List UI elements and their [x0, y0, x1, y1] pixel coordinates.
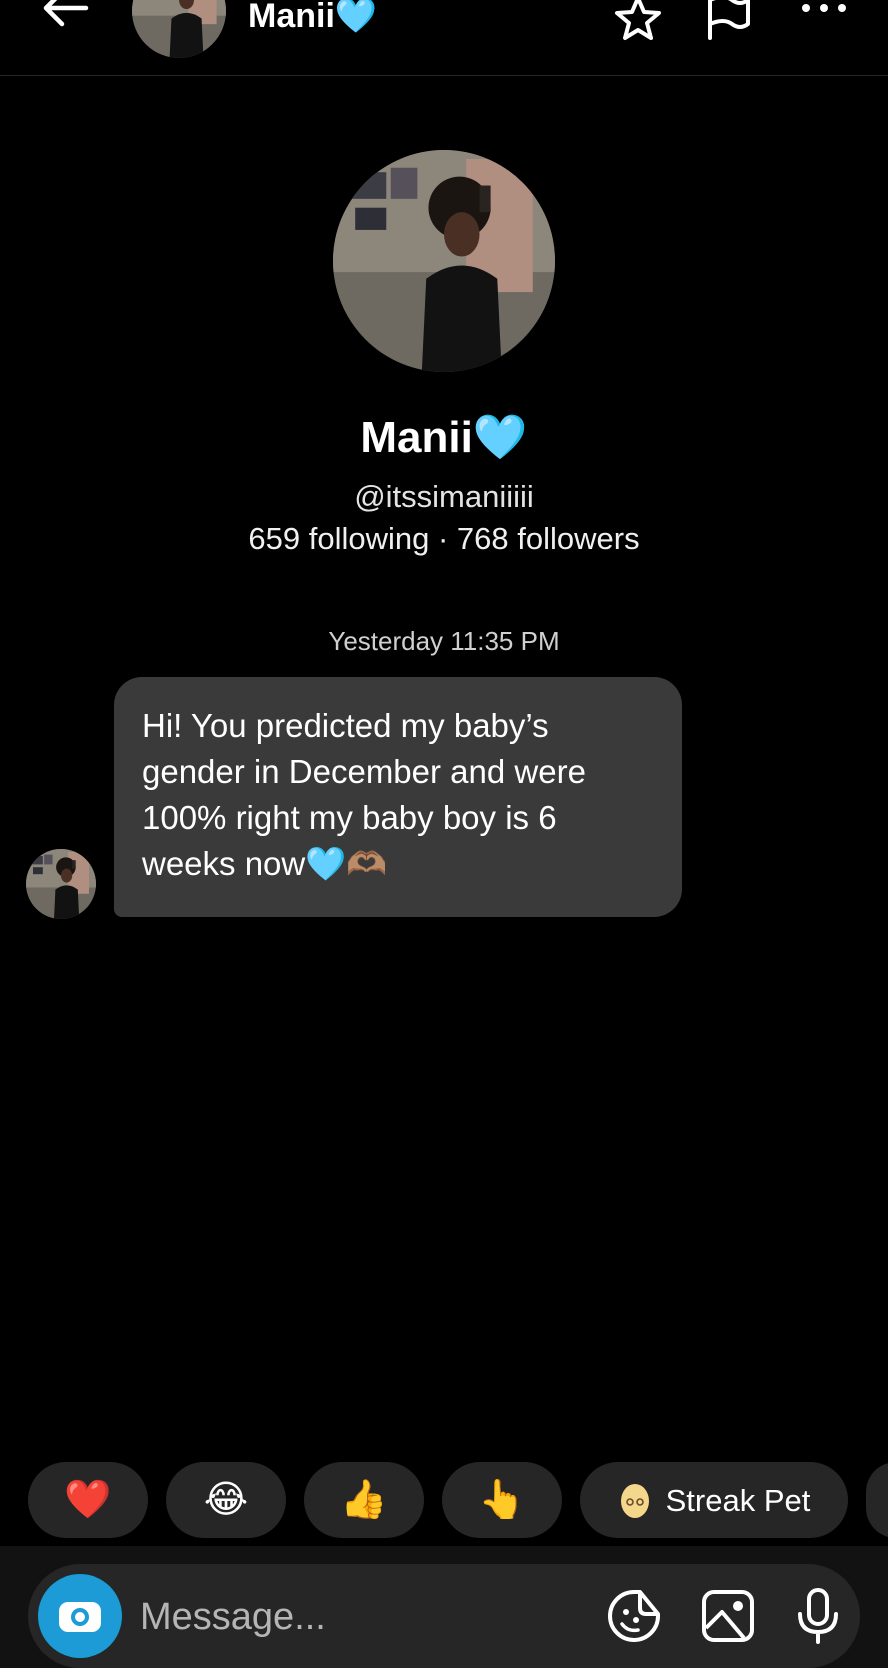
point-up-emoji: 👆 [478, 1479, 526, 1521]
sticker-icon[interactable] [604, 1586, 664, 1646]
gallery-icon[interactable] [698, 1586, 758, 1646]
header-avatar[interactable] [132, 0, 226, 58]
flag-icon[interactable] [700, 0, 756, 44]
more-reactions-chip[interactable] [866, 1462, 888, 1538]
message-text: Hi! You predicted my baby’s gender in De… [142, 707, 586, 882]
message-input[interactable] [138, 1586, 602, 1648]
camera-button[interactable] [38, 1574, 122, 1658]
blue-heart-emoji: 🩵 [334, 0, 378, 35]
back-arrow-icon[interactable] [38, 0, 94, 38]
egg-icon [620, 1484, 649, 1518]
camera-icon [59, 1602, 101, 1632]
streak-pet-label: Streak Pet [665, 1482, 811, 1518]
composer-area [0, 1546, 888, 1668]
laugh-reaction-button[interactable]: 😂 [166, 1462, 286, 1538]
point-up-reaction-button[interactable]: 👆 [442, 1462, 562, 1538]
blue-heart-emoji: 🩵 [472, 413, 528, 462]
heart-emoji: ❤️ [64, 1479, 112, 1521]
laughing-emoji: 😂 [203, 1479, 249, 1521]
incoming-message-bubble[interactable]: Hi! You predicted my baby’s gender in De… [114, 677, 682, 917]
microphone-icon[interactable] [788, 1586, 848, 1646]
message-timestamp: Yesterday 11:35 PM [328, 626, 560, 656]
profile-name: Manii🩵 [0, 412, 888, 464]
more-icon[interactable] [796, 0, 852, 44]
chat-header: Manii🩵 [0, 0, 888, 76]
quick-reactions-bar: ❤️ 😂 👍 👆 Streak Pet [0, 1462, 888, 1538]
star-icon[interactable] [610, 0, 666, 44]
profile-name-text: Manii [360, 413, 473, 462]
thumbs-up-reaction-button[interactable]: 👍 [304, 1462, 424, 1538]
header-contact-name[interactable]: Manii🩵 [248, 0, 377, 36]
header-name-text: Manii [248, 0, 335, 35]
streak-pet-button[interactable]: Streak Pet [580, 1462, 848, 1538]
profile-avatar[interactable] [333, 150, 555, 372]
sender-avatar[interactable] [26, 849, 96, 919]
message-composer [28, 1564, 860, 1668]
profile-handle: @itssimaniiiii [354, 479, 534, 514]
thumbs-up-emoji: 👍 [340, 1479, 388, 1521]
heart-reaction-button[interactable]: ❤️ [28, 1462, 148, 1538]
profile-stats: 659 following · 768 followers [248, 521, 640, 556]
